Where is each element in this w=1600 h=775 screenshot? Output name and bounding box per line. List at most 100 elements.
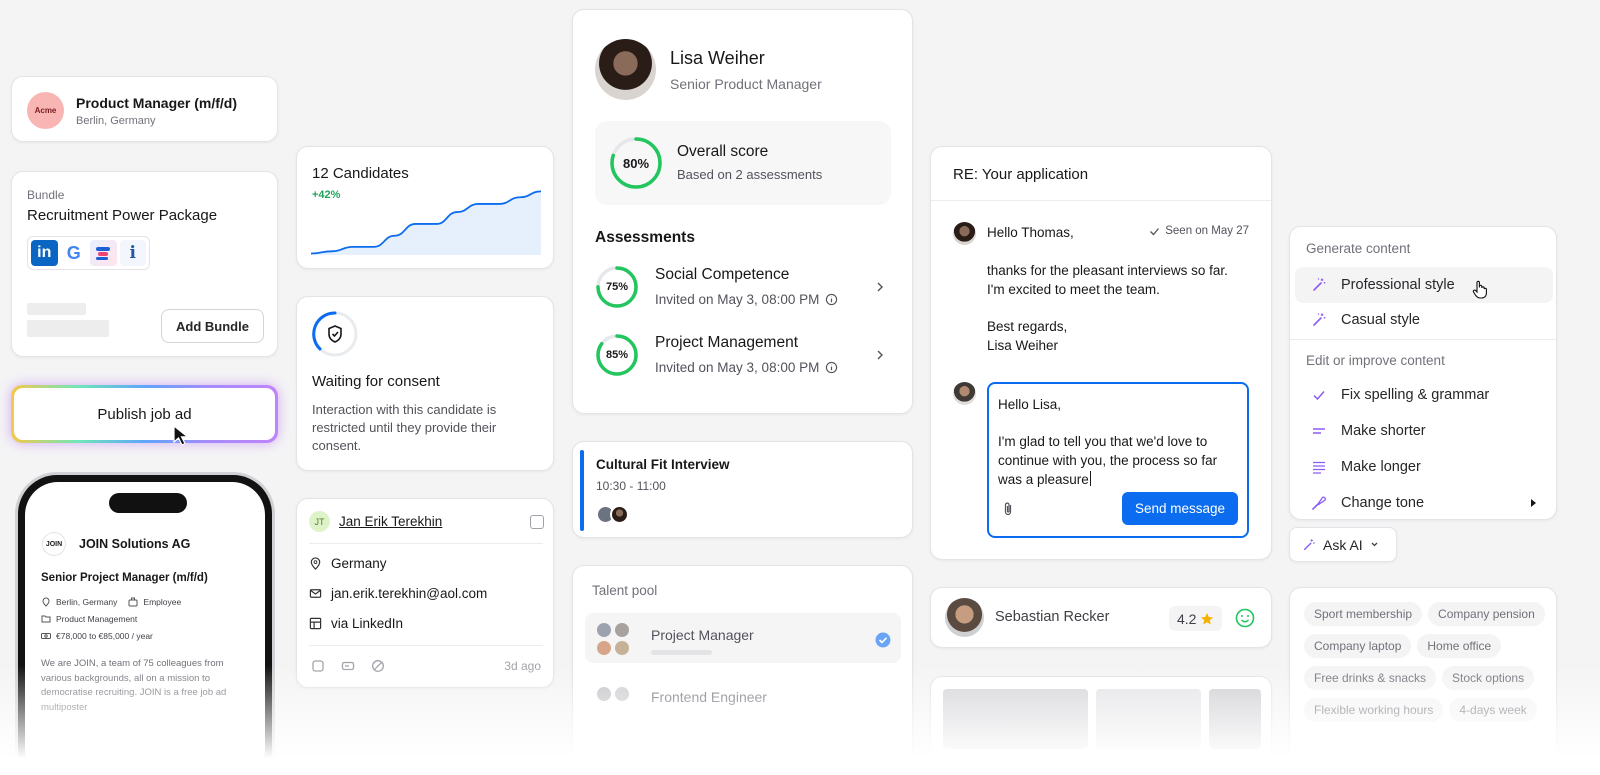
benefit-tag: 4-days week — [1449, 698, 1537, 722]
email-greeting: Hello Thomas, — [987, 225, 1074, 240]
assessment-date: Invited on May 3, 08:00 PM — [655, 292, 820, 307]
menu-item-label: Professional style — [1341, 277, 1455, 293]
shield-icon — [312, 311, 358, 357]
avatar — [615, 687, 629, 701]
gallery-card — [930, 676, 1272, 771]
menu-item-label: Make longer — [1341, 459, 1421, 475]
magic-wand-icon — [1303, 538, 1315, 550]
email-signature: Lisa Weiher — [987, 338, 1059, 353]
benefit-tag: Flexible working hours — [1304, 698, 1444, 722]
reply-box[interactable]: Hello Lisa, I'm glad to tell you that we… — [987, 382, 1249, 538]
rating-value: 4.2 — [1177, 610, 1197, 627]
avatar — [595, 39, 656, 100]
phone-mockup: JOIN JOIN Solutions AG Senior Project Ma… — [15, 472, 275, 775]
chevron-right-icon[interactable] — [875, 281, 885, 293]
divider — [309, 645, 543, 646]
smiley-icon[interactable] — [1235, 608, 1255, 628]
score-value: 85% — [605, 349, 629, 361]
company-logo: JOIN — [42, 532, 66, 556]
google-logo: G — [60, 240, 87, 266]
avatar — [610, 505, 629, 524]
profile-role: Senior Product Manager — [670, 76, 822, 92]
photo — [1209, 689, 1261, 749]
job-title: Product Manager (m/f/d) — [76, 95, 238, 111]
note-icon[interactable] — [311, 659, 325, 673]
location-pin-icon — [42, 597, 50, 607]
check-icon — [1313, 391, 1325, 401]
menu-item-fix-spelling[interactable]: Fix spelling & grammar — [1295, 377, 1553, 413]
phone-screen: JOIN JOIN Solutions AG Senior Project Ma… — [25, 482, 265, 775]
progress-placeholder — [651, 650, 712, 655]
reply-text[interactable]: Hello Lisa, I'm glad to tell you that we… — [998, 395, 1238, 489]
paperclip-icon[interactable] — [1001, 501, 1015, 517]
contact-source: via LinkedIn — [331, 616, 404, 631]
mail-icon — [309, 589, 322, 598]
menu-section-title: Edit or improve content — [1306, 353, 1445, 368]
chevron-right-icon[interactable] — [875, 349, 885, 361]
select-checkbox[interactable] — [530, 515, 544, 529]
profile-name: Lisa Weiher — [670, 48, 765, 68]
menu-item-make-longer[interactable]: Make longer — [1295, 449, 1553, 485]
phone-job-title: Senior Project Manager (m/f/d) — [41, 572, 208, 584]
check-circle-icon[interactable] — [875, 632, 891, 648]
check-icon — [1150, 227, 1160, 235]
folder-icon — [41, 615, 51, 623]
company-name: JOIN Solutions AG — [79, 537, 191, 551]
interview-card[interactable]: Cultural Fit Interview 10:30 - 11:00 — [572, 441, 913, 538]
send-message-button[interactable]: Send message — [1122, 492, 1238, 525]
contact-email[interactable]: jan.erik.terekhin@aol.com — [331, 586, 487, 601]
phone-location: Berlin, Germany — [56, 597, 118, 607]
talent-pool-item[interactable]: Project Manager — [585, 613, 901, 663]
contact-country: Germany — [331, 556, 387, 571]
phone-description: We are JOIN, a team of 75 colleagues fro… — [41, 658, 227, 713]
price-placeholder-2 — [27, 320, 109, 337]
candidates-card[interactable]: 12 Candidates +42% — [296, 146, 554, 269]
assessment-row[interactable]: 75% Social Competence Invited on May 3, … — [595, 263, 891, 323]
overall-score-sub: Based on 2 assessments — [677, 167, 823, 182]
profile-card: Lisa Weiher Senior Product Manager 80% O… — [572, 9, 913, 414]
block-icon[interactable] — [371, 659, 385, 673]
add-bundle-button[interactable]: Add Bundle — [161, 309, 264, 343]
table-icon — [309, 617, 322, 630]
company-logo: Acme — [27, 92, 64, 129]
menu-item-change-tone[interactable]: Change tone — [1295, 485, 1553, 521]
bundle-logos: in G i — [27, 236, 150, 270]
chevron-down-icon — [1371, 542, 1378, 547]
avatar — [615, 623, 629, 637]
magic-wand-icon — [1313, 278, 1326, 291]
job-card[interactable]: Acme Product Manager (m/f/d) Berlin, Ger… — [11, 76, 278, 142]
publish-job-ad-button[interactable]: Publish job ad — [14, 388, 275, 440]
interview-title: Cultural Fit Interview — [596, 457, 730, 472]
ai-menu: Generate content Professional style Casu… — [1289, 226, 1557, 520]
publish-glow: Publish job ad — [11, 385, 278, 443]
stepstone-logo — [90, 240, 117, 266]
reply-line: I'm glad to tell you that we'd love to c… — [998, 434, 1218, 487]
contact-time: 3d ago — [504, 659, 541, 673]
bundle-label: Bundle — [27, 188, 65, 202]
candidate-name: Sebastian Recker — [995, 609, 1110, 625]
menu-item-casual-style[interactable]: Casual style — [1295, 302, 1553, 338]
info-icon[interactable] — [825, 361, 838, 374]
overall-score-box: 80% Overall score Based on 2 assessments — [595, 121, 891, 205]
text-caret — [1089, 471, 1091, 486]
email-subject: RE: Your application — [953, 166, 1089, 183]
ask-ai-button[interactable]: Ask AI — [1289, 527, 1397, 562]
score-value: 75% — [605, 281, 629, 293]
info-icon[interactable] — [825, 293, 838, 306]
phone-employment: Employee — [143, 597, 182, 607]
rating-card[interactable]: Sebastian Recker 4.2 — [930, 587, 1272, 648]
hand-cursor-icon — [1472, 280, 1487, 299]
menu-item-make-shorter[interactable]: Make shorter — [1295, 413, 1553, 449]
assessment-row[interactable]: 85% Project Management Invited on May 3,… — [595, 331, 891, 391]
cursor-pointer-icon — [173, 424, 190, 446]
talent-pool-item[interactable]: Frontend Engineer — [585, 673, 901, 723]
phone-salary: €78,000 to €85,000 / year — [56, 631, 153, 641]
tag-icon[interactable] — [341, 659, 355, 673]
avatar — [615, 641, 629, 655]
benefit-tag: Home office — [1417, 634, 1502, 658]
menu-item-professional-style[interactable]: Professional style — [1295, 267, 1553, 303]
reply-line: Hello Lisa, — [998, 397, 1062, 412]
contact-name[interactable]: Jan Erik Terekhin — [339, 514, 442, 529]
talent-pool-item-name: Frontend Engineer — [651, 689, 767, 705]
assessment-name: Project Management — [655, 334, 799, 351]
